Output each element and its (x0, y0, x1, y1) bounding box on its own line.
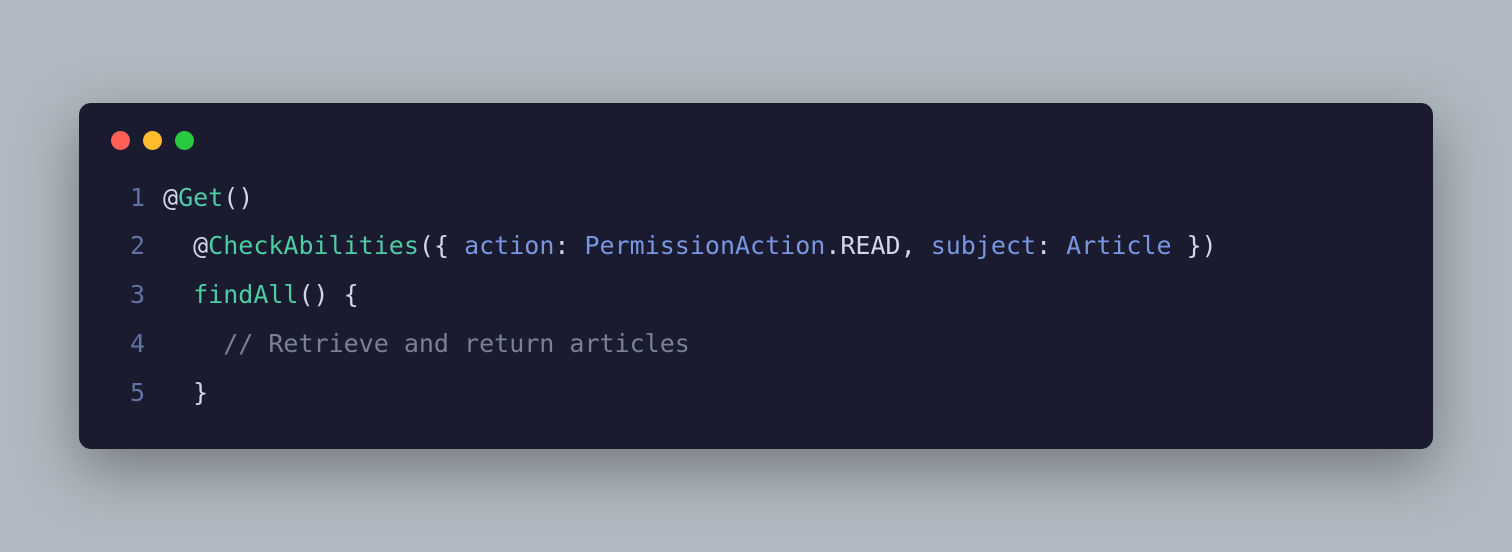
line-number: 4 (111, 320, 145, 369)
line-content: @CheckAbilities({ action: PermissionActi… (163, 222, 1217, 271)
code-line: 3 findAll() { (111, 271, 1401, 320)
class-name: Article (1066, 231, 1171, 260)
parentheses: () (223, 183, 253, 212)
indent (163, 280, 193, 309)
property: subject (931, 231, 1036, 260)
code-line: 1 @Get() (111, 174, 1401, 223)
property: action (464, 231, 554, 260)
indent (163, 378, 193, 407)
traffic-lights (79, 131, 1433, 174)
minimize-icon[interactable] (143, 131, 162, 150)
close-brace: } (193, 378, 208, 407)
open-brace: { (329, 280, 359, 309)
line-content: findAll() { (163, 271, 359, 320)
class-name: PermissionAction (584, 231, 825, 260)
decorator-name: CheckAbilities (208, 231, 419, 260)
code-content[interactable]: 1 @Get() 2 @CheckAbilities({ action: Per… (79, 174, 1433, 418)
decorator-name: Get (178, 183, 223, 212)
code-line: 4 // Retrieve and return articles (111, 320, 1401, 369)
comma: , (901, 231, 931, 260)
colon: : (554, 231, 584, 260)
at-symbol: @ (193, 231, 208, 260)
code-window: 1 @Get() 2 @CheckAbilities({ action: Per… (79, 103, 1433, 450)
line-number: 3 (111, 271, 145, 320)
code-line: 5 } (111, 369, 1401, 418)
line-content: @Get() (163, 174, 253, 223)
indent (163, 329, 223, 358)
close-brace: } (1172, 231, 1202, 260)
indent (163, 231, 193, 260)
line-number: 1 (111, 174, 145, 223)
close-paren: ) (1202, 231, 1217, 260)
close-icon[interactable] (111, 131, 130, 150)
at-symbol: @ (163, 183, 178, 212)
colon: : (1036, 231, 1066, 260)
line-number: 2 (111, 222, 145, 271)
function-name: findAll (193, 280, 298, 309)
line-number: 5 (111, 369, 145, 418)
open-brace: { (434, 231, 464, 260)
line-content: } (163, 369, 208, 418)
parentheses: () (298, 280, 328, 309)
comment: // Retrieve and return articles (223, 329, 690, 358)
line-content: // Retrieve and return articles (163, 320, 690, 369)
open-paren: ( (419, 231, 434, 260)
code-line: 2 @CheckAbilities({ action: PermissionAc… (111, 222, 1401, 271)
maximize-icon[interactable] (175, 131, 194, 150)
dot: . (825, 231, 840, 260)
constant: READ (840, 231, 900, 260)
